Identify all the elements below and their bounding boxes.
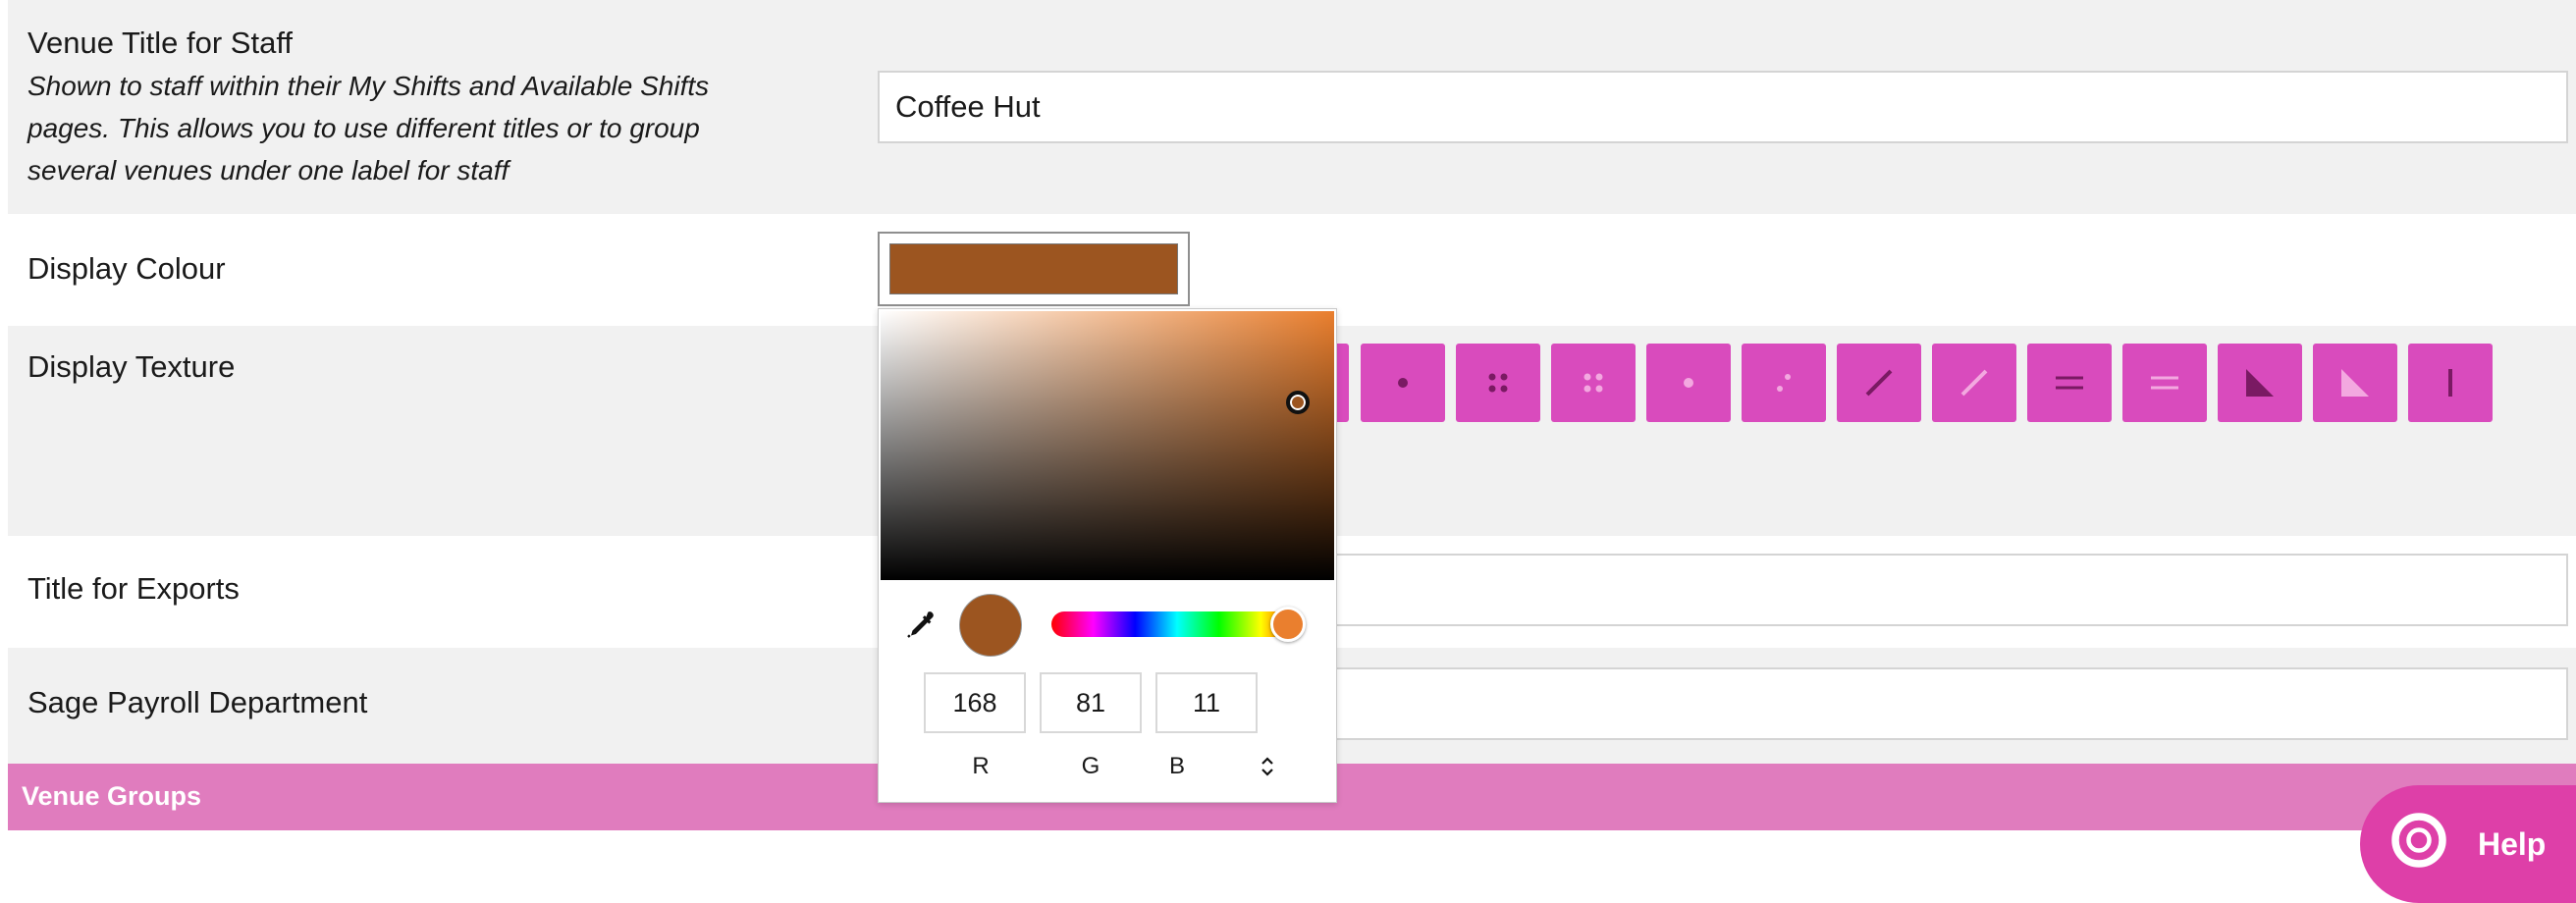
four-dots-icon (1488, 373, 1508, 393)
title-for-exports-label: Title for Exports (27, 571, 240, 606)
display-colour-label: Display Colour (27, 251, 226, 286)
double-line-icon (2056, 376, 2083, 390)
dot-icon (1398, 378, 1408, 388)
texture-button-triangle-light[interactable] (2313, 344, 2397, 422)
blue-value-input[interactable]: 11 (1155, 672, 1258, 733)
help-button[interactable]: Help (2360, 785, 2576, 903)
eyedropper-icon[interactable] (902, 608, 938, 643)
vertical-line-icon (2448, 369, 2452, 397)
texture-button-four-dots[interactable] (1456, 344, 1540, 422)
two-dots-icon (1777, 374, 1791, 392)
display-texture-label: Display Texture (27, 349, 236, 384)
venue-title-input[interactable]: Coffee Hut (878, 71, 2568, 143)
blue-label: B (1168, 753, 1185, 779)
texture-button-double-line-light[interactable] (2122, 344, 2207, 422)
lifebuoy-icon (2391, 813, 2446, 868)
color-mode-toggle-icon[interactable] (1256, 753, 1279, 780)
sv-black-overlay (881, 311, 1334, 580)
triangle-icon (2246, 369, 2274, 397)
texture-button-four-dots-light[interactable] (1551, 344, 1636, 422)
venue-title-help-text: Shown to staff within their My Shifts an… (27, 71, 710, 186)
texture-button-dot[interactable] (1361, 344, 1445, 422)
texture-button-two-dots[interactable] (1742, 344, 1826, 422)
help-button-label: Help (2478, 826, 2547, 862)
texture-button-double-line[interactable] (2027, 344, 2112, 422)
venue-title-row: Venue Title for Staff Shown to staff wit… (8, 0, 2576, 214)
texture-button-diagonal-line-light[interactable] (1932, 344, 2016, 422)
triangle-light-icon (2341, 369, 2369, 397)
green-value-input[interactable]: 81 (1040, 672, 1142, 733)
texture-button-triangle[interactable] (2218, 344, 2302, 422)
diagonal-line-light-icon (1960, 369, 1988, 397)
saturation-brightness-handle[interactable] (1286, 391, 1311, 415)
saturation-brightness-area[interactable] (881, 311, 1334, 580)
hue-slider-handle[interactable] (1269, 607, 1306, 642)
texture-button-diagonal-line[interactable] (1837, 344, 1921, 422)
display-colour-swatch (889, 243, 1178, 294)
red-label: R (972, 753, 990, 779)
display-colour-swatch-button[interactable] (878, 232, 1190, 306)
texture-button-dot-light[interactable] (1646, 344, 1731, 422)
red-value-input[interactable]: 168 (924, 672, 1026, 733)
sage-payroll-label: Sage Payroll Department (27, 685, 368, 719)
current-color-preview (959, 594, 1022, 657)
hue-slider[interactable] (1051, 611, 1303, 637)
texture-button-vertical-line[interactable] (2408, 344, 2493, 422)
double-line-light-icon (2151, 376, 2178, 390)
color-picker-popup: 168 81 11 R G B (878, 308, 1337, 803)
below-section-strip (8, 830, 2576, 848)
venue-groups-title: Venue Groups (22, 781, 202, 811)
dot-light-icon (1684, 378, 1693, 388)
venue-title-label: Venue Title for Staff (27, 26, 293, 60)
diagonal-line-icon (1865, 369, 1893, 397)
four-dots-light-icon (1583, 373, 1603, 393)
